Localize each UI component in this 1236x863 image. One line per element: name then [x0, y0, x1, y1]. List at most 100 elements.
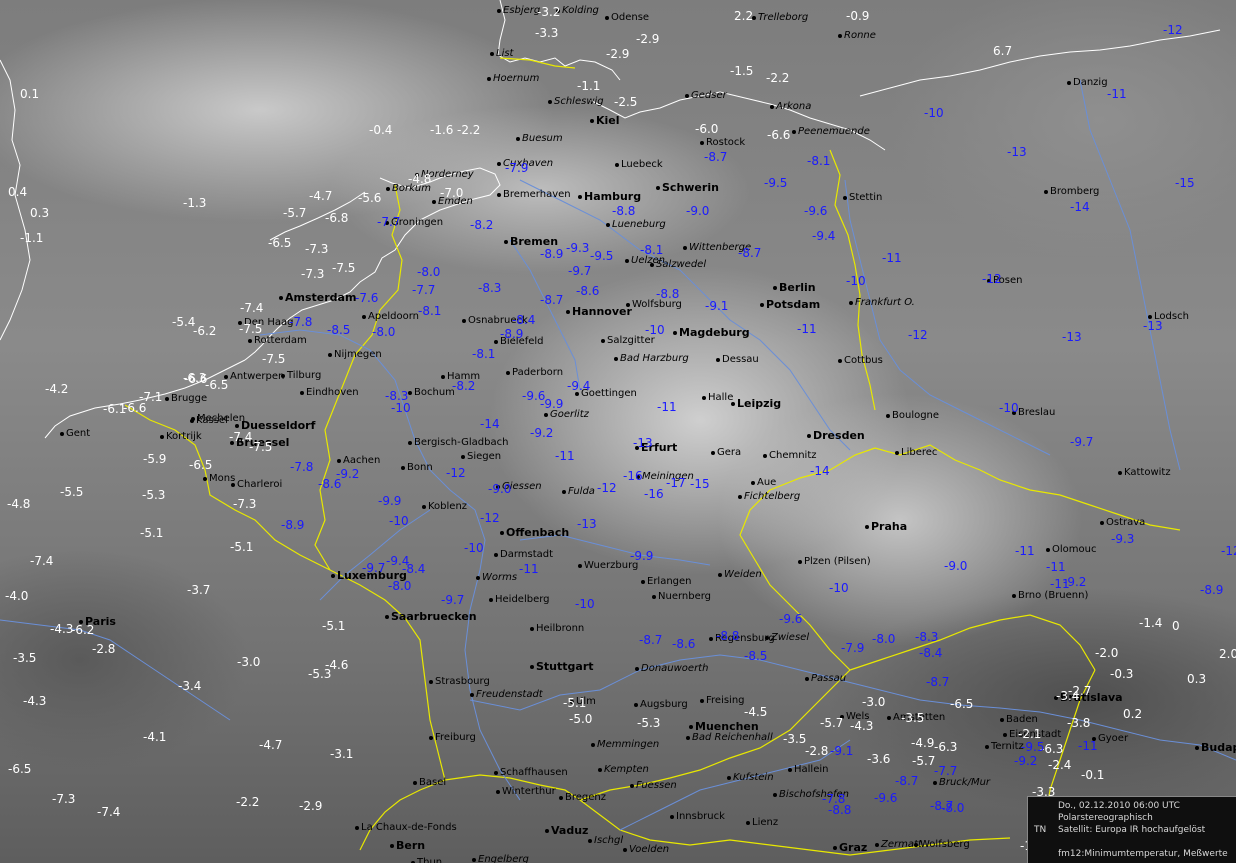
- land-temperature-value: -7.5: [332, 261, 356, 275]
- city-name: Gera: [717, 447, 742, 458]
- city-name: Heidelberg: [495, 594, 550, 605]
- city-label: Zwiesel: [765, 633, 809, 643]
- city-name: Salzgitter: [607, 335, 655, 346]
- city-label: Hoernum: [487, 74, 539, 84]
- city-name: Bromberg: [1050, 186, 1100, 197]
- station-temperature-value: -9.2: [336, 467, 360, 481]
- land-temperature-value: -4.9: [911, 736, 935, 750]
- city-name: Luebeck: [621, 159, 663, 170]
- station-temperature-value: -8.9: [281, 518, 305, 532]
- city-name: Brugge: [171, 393, 208, 404]
- city-marker: [716, 358, 720, 362]
- city-label: Freudenstadt: [470, 690, 543, 700]
- station-temperature-value: -8.7: [738, 246, 762, 260]
- land-temperature-value: -4.7: [309, 189, 333, 203]
- city-marker: [591, 743, 595, 747]
- station-temperature-value: -11: [797, 322, 817, 336]
- city-name: Nijmegen: [334, 349, 382, 360]
- city-label: Dessau: [716, 355, 759, 365]
- city-name: Paderborn: [512, 367, 564, 378]
- city-name: Donauwoerth: [641, 663, 709, 674]
- station-temperature-value: -14: [1070, 200, 1090, 214]
- city-marker: [476, 576, 480, 580]
- land-temperature-value: -5.7: [820, 716, 844, 730]
- city-label: Ronne: [838, 31, 876, 41]
- city-label: Graz: [833, 842, 867, 853]
- city-marker: [805, 677, 809, 681]
- station-temperature-value: -9.0: [686, 204, 710, 218]
- city-name: Hoernum: [493, 73, 540, 84]
- land-temperature-value: -6.0: [695, 122, 719, 136]
- city-name: Plzen (Pilsen): [804, 556, 871, 567]
- city-marker: [623, 848, 627, 852]
- city-marker: [849, 301, 853, 305]
- city-label: La Chaux-de-Fonds: [355, 823, 457, 833]
- city-label: Rotterdam: [248, 336, 307, 346]
- city-label: Amsterdam: [279, 292, 356, 303]
- city-label: Cottbus: [838, 356, 883, 366]
- city-name: Fichtelberg: [744, 491, 801, 502]
- station-temperature-value: -13: [1062, 330, 1082, 344]
- station-temperature-value: -13: [633, 436, 653, 450]
- city-label: Berlin: [773, 282, 816, 293]
- city-name: Weiden: [724, 569, 762, 580]
- station-temperature-value: -8.4: [402, 562, 426, 576]
- land-temperature-value: -5.4: [172, 315, 196, 329]
- station-temperature-value: -9.2: [1063, 575, 1087, 589]
- station-temperature-value: -10: [464, 541, 484, 555]
- land-temperature-value: -7.3: [52, 792, 76, 806]
- city-label: Kiel: [590, 115, 620, 126]
- city-marker: [652, 595, 656, 599]
- city-label: Freiburg: [429, 733, 476, 743]
- city-marker: [248, 339, 252, 343]
- city-marker: [598, 768, 602, 772]
- land-temperature-value: -5.7: [912, 754, 936, 768]
- land-temperature-value: -5.1: [140, 526, 164, 540]
- city-marker: [497, 162, 501, 166]
- land-temperature-value: -3.4: [178, 679, 202, 693]
- station-temperature-value: -8.9: [500, 327, 524, 341]
- station-temperature-value: -16: [644, 487, 664, 501]
- city-label: Passau: [805, 674, 846, 684]
- city-name: Worms: [482, 572, 518, 583]
- city-marker: [506, 371, 510, 375]
- station-temperature-value: -10: [846, 274, 866, 288]
- city-name: Erlangen: [647, 576, 692, 587]
- city-name: Liberec: [901, 447, 938, 458]
- land-temperature-value: -2.0: [1095, 646, 1119, 660]
- land-temperature-value: -0.4: [369, 123, 393, 137]
- city-marker: [895, 451, 899, 455]
- city-label: Nuernberg: [652, 592, 711, 602]
- station-temperature-value: -11: [1078, 739, 1098, 753]
- station-temperature-value: -8.7: [540, 293, 564, 307]
- city-name: Darmstadt: [500, 549, 554, 560]
- land-temperature-value: 2.0: [1219, 647, 1236, 661]
- city-marker: [1012, 594, 1016, 598]
- city-marker: [914, 843, 918, 847]
- land-temperature-value: 0.1: [20, 87, 40, 101]
- city-marker: [601, 339, 605, 343]
- city-name: Bad Reichenhall: [692, 732, 773, 743]
- city-label: Schleswig: [548, 97, 604, 107]
- city-label: Bochum: [408, 388, 455, 398]
- city-label: Thun: [411, 858, 442, 863]
- city-name: Memmingen: [597, 739, 660, 750]
- station-temperature-value: -8.0: [372, 325, 396, 339]
- land-temperature-value: -1.1: [577, 79, 601, 93]
- station-temperature-value: -11: [882, 251, 902, 265]
- station-temperature-value: -12: [446, 466, 466, 480]
- city-label: Stuttgart: [530, 661, 594, 672]
- city-marker: [300, 391, 304, 395]
- city-name: Ischgl: [594, 835, 624, 846]
- station-temperature-value: -9.7: [1070, 435, 1094, 449]
- station-temperature-value: -8.0: [941, 801, 965, 815]
- city-name: Budapest: [1201, 741, 1236, 754]
- station-temperature-value: -10: [391, 401, 411, 415]
- city-label: Hannover: [566, 306, 632, 317]
- city-marker: [727, 776, 731, 780]
- station-temperature-value: -8.2: [470, 218, 494, 232]
- city-label: Engelberg: [472, 855, 529, 863]
- city-marker: [773, 793, 777, 797]
- city-label: Ischgl: [588, 836, 623, 846]
- city-label: Goerlitz: [544, 410, 589, 420]
